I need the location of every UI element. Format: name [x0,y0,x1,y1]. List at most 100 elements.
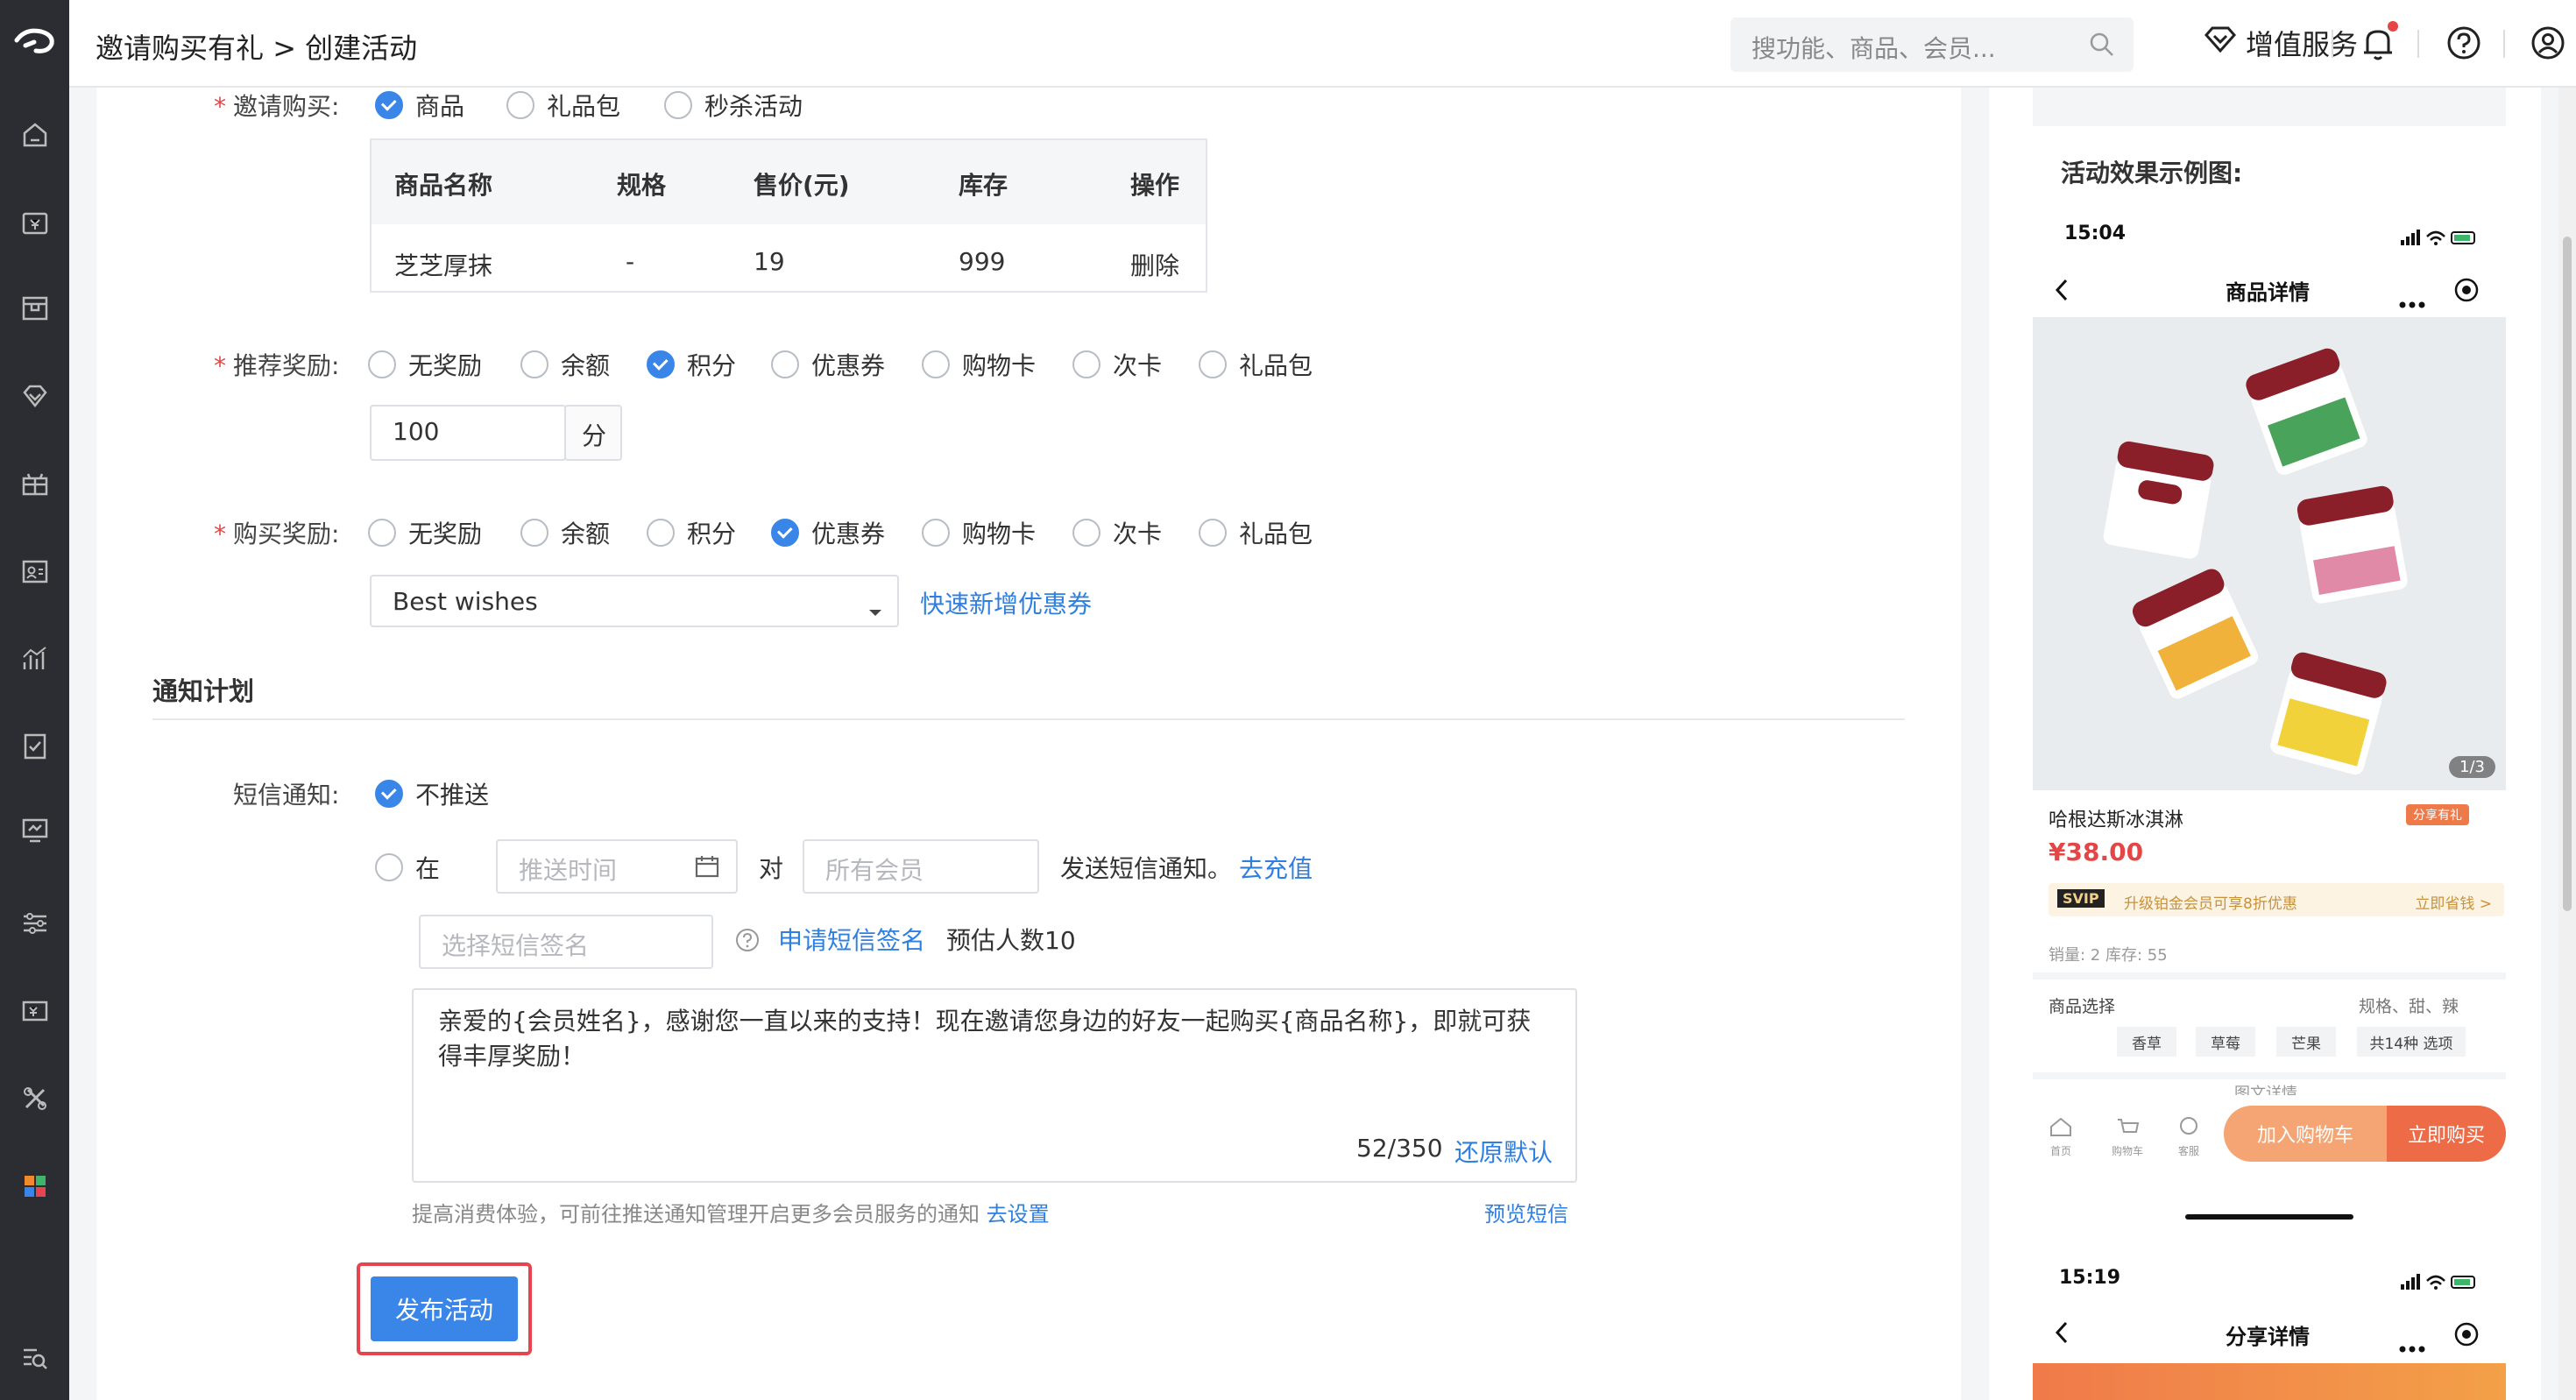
notify-plan-title: 通知计划 [152,676,255,706]
preview-sms-link[interactable]: 预览短信 [1484,1197,1568,1227]
back-icon[interactable] [2052,277,2070,309]
radio-checked-icon [771,519,799,547]
referral-option-points[interactable]: 积分 [647,347,736,382]
box-icon[interactable] [0,282,69,335]
tab-home[interactable]: 首页 [2043,1114,2078,1158]
menu-search-icon[interactable] [0,1332,69,1384]
table-header-stock: 库存 [959,171,1008,200]
phone-status-icons [2401,224,2480,253]
diamond-icon[interactable] [0,370,69,422]
app-logo-icon[interactable] [0,0,69,84]
referral-option-coupon[interactable]: 优惠券 [771,347,885,382]
purchase-option-balance[interactable]: 余额 [520,515,610,550]
tools-icon[interactable] [0,1072,69,1125]
value-added-label: 增值服务 [2246,28,2359,61]
tab-service[interactable]: 客服 [2171,1114,2206,1158]
apply-signature-link[interactable]: 申请短信签名 [778,922,925,957]
spec-option[interactable]: 草莓 [2196,1027,2255,1057]
invite-buy-option-flash-sale[interactable]: 秒杀活动 [664,88,803,123]
estimated-count: 预估人数10 [946,926,1076,955]
monitor-icon[interactable] [0,804,69,857]
sms-message-textarea[interactable]: 亲爱的{会员姓名}，感谢您一直以来的支持！现在邀请您身边的好友一起购买{商品名称… [412,988,1577,1183]
coupon-icon[interactable] [0,985,69,1037]
purchase-option-coupon[interactable]: 优惠券 [771,515,885,550]
user-avatar-icon[interactable] [2528,23,2568,63]
recharge-link[interactable]: 去充值 [1239,850,1313,885]
publish-button[interactable]: 发布活动 [371,1276,518,1341]
help-circle-icon[interactable] [734,927,761,959]
purchase-option-gift-pack[interactable]: 礼品包 [1199,515,1313,550]
more-dots-icon[interactable] [2399,1330,2425,1359]
target-icon[interactable] [2453,1321,2480,1354]
go-settings-link[interactable]: 去设置 [987,1202,1050,1227]
add-to-cart-button[interactable]: 加入购物车 [2224,1106,2387,1162]
home-icon[interactable] [0,109,69,161]
radio-checked-icon [375,91,403,119]
notification-bell-icon[interactable] [2358,21,2398,63]
member-select[interactable]: 所有会员 [803,839,1039,894]
sidebar [0,0,69,1400]
referral-option-none[interactable]: 无奖励 [368,347,482,382]
coupon-select[interactable]: Best wishes [370,575,899,627]
referral-option-balance[interactable]: 余额 [520,347,610,382]
add-coupon-link[interactable]: 快速新增优惠券 [920,585,1092,620]
value-added-service-button[interactable]: 增值服务 [2204,23,2358,63]
document-check-icon[interactable] [0,720,69,773]
help-icon[interactable] [2444,23,2484,63]
sms-signature-select[interactable]: 选择短信签名 [419,915,713,969]
message-line-2: 得丰厚奖励！ [438,1042,586,1071]
push-time-input[interactable]: 推送时间 [496,839,738,894]
purchase-option-shopping-card[interactable]: 购物卡 [922,515,1036,550]
search-icon[interactable] [2088,31,2116,65]
referral-option-gift-pack[interactable]: 礼品包 [1199,347,1313,382]
member-card-icon[interactable] [0,545,69,597]
product-name: 哈根达斯冰淇淋 [2049,810,2184,831]
radio-icon [1199,519,1227,547]
invite-buy-option-gift-pack[interactable]: 礼品包 [506,88,620,123]
sliders-icon[interactable] [0,897,69,950]
radio-icon [368,350,396,378]
purchase-option-points[interactable]: 积分 [647,515,736,550]
table-header-action: 操作 [1130,171,1180,200]
referral-option-times-card[interactable]: 次卡 [1072,347,1162,382]
restore-default-link[interactable]: 还原默认 [1454,1134,1553,1169]
sms-option-no-push[interactable]: 不推送 [375,776,489,811]
phone2-nav-title: 分享详情 [2226,1325,2310,1349]
spec-option[interactable]: 芒果 [2276,1027,2336,1057]
share-badge[interactable]: 分享有礼 [2406,804,2469,825]
apps-grid-icon[interactable] [0,1160,69,1213]
more-dots-icon[interactable] [2399,286,2425,315]
target-icon[interactable] [2453,277,2480,309]
product-price: ¥38.00 [2049,838,2144,866]
product-image: 1/3 [2033,317,2506,790]
page-scrollbar[interactable] [2558,88,2576,1400]
purchase-option-none[interactable]: 无奖励 [368,515,482,550]
vip-tag: SVIP [2057,889,2105,908]
gift-icon[interactable] [0,457,69,510]
spec-option-more[interactable]: 共14种 选项 [2357,1027,2466,1057]
wallet-icon[interactable] [0,196,69,249]
buy-now-button[interactable]: 立即购买 [2387,1106,2506,1162]
search-input[interactable]: 搜功能、商品、会员... [1730,18,2134,72]
spec-value[interactable]: 规格、甜、辣 [2359,993,2459,1017]
share-banner-image [2033,1363,2506,1400]
breadcrumb-parent[interactable]: 邀请购买有礼 [96,32,264,65]
table-cell-spec: - [626,247,635,276]
scrollbar-thumb[interactable] [2563,237,2572,911]
purchase-option-times-card[interactable]: 次卡 [1072,515,1162,550]
spec-label: 商品选择 [2049,997,2116,1016]
vip-banner[interactable]: SVIP 升级铂金会员可享8折优惠 立即省钱 > [2049,883,2504,916]
chart-icon[interactable] [0,633,69,685]
home-indicator [2185,1214,2353,1220]
invite-buy-option-product[interactable]: 商品 [375,88,464,123]
sms-option-scheduled[interactable]: 在 [375,850,440,885]
phone2-status-time: 15:19 [2059,1267,2121,1289]
tab-cart[interactable]: 购物车 [2106,1114,2148,1158]
spec-option[interactable]: 香草 [2117,1027,2176,1057]
back-icon[interactable] [2052,1319,2070,1352]
referral-option-shopping-card[interactable]: 购物卡 [922,347,1036,382]
radio-icon [922,519,950,547]
vip-text: 升级铂金会员可享8折优惠 [2124,895,2297,913]
points-input[interactable]: 100 [370,405,566,461]
delete-link[interactable]: 删除 [1130,247,1179,282]
